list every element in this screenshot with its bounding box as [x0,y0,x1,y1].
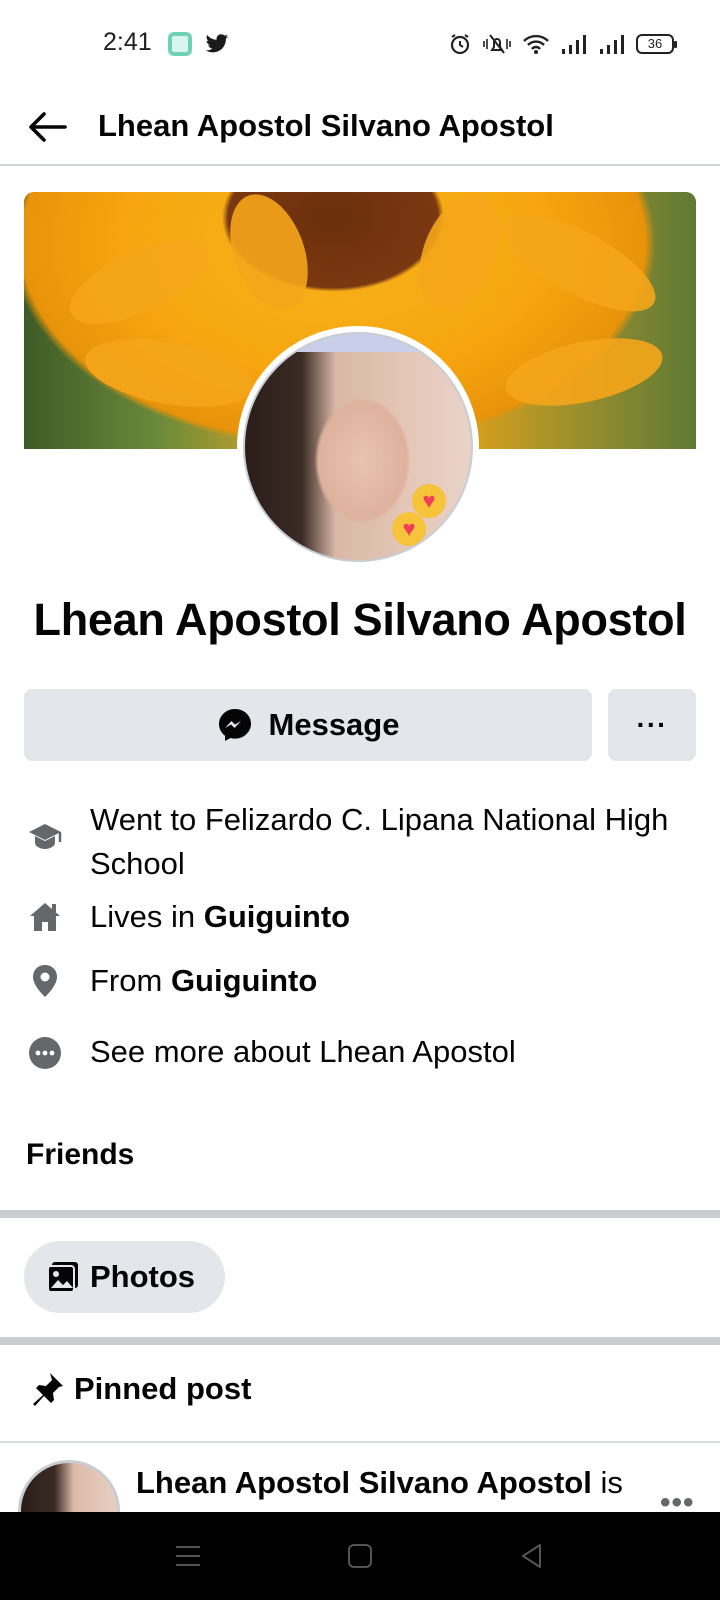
divider [0,1441,720,1443]
photos-label: Photos [90,1259,196,1294]
profile-picture[interactable]: ♥ ♥ [237,326,479,568]
pin-icon [33,1373,63,1406]
graduation-cap-icon [26,818,64,856]
from-place[interactable]: Guiguinto [171,963,317,998]
message-button[interactable]: Message [24,689,592,761]
intro-see-more[interactable]: See more about Lhean Apostol [26,1034,516,1072]
pinned-post-label: Pinned post [74,1371,252,1406]
home-button-icon[interactable] [346,1542,374,1570]
battery-icon: 36 [636,34,677,54]
lives-in-prefix: Lives in [90,899,204,934]
cover-petal [58,223,220,341]
messenger-icon [218,709,251,741]
intro-lives-in: Lives in Guiguinto [26,898,350,936]
signal-icon [600,35,624,54]
more-options-button[interactable]: ··· [608,689,696,761]
page-title: Lhean Apostol Silvano Apostol [98,108,554,143]
location-pin-icon [26,962,64,1000]
back-button[interactable] [22,102,72,152]
intro-education: Went to Felizardo C. Lipana National Hig… [26,798,668,881]
divider [0,1210,720,1218]
photos-button[interactable]: Photos [24,1241,225,1313]
top-header: Lhean Apostol Silvano Apostol [0,88,720,166]
pinned-post-heading: Pinned post [28,1370,251,1408]
system-navigation-bar [0,1512,720,1600]
alarm-icon [450,34,470,55]
menu-icon[interactable] [174,1542,202,1570]
friends-title[interactable]: Friends [26,1138,134,1172]
from-text: From Guiguinto [90,959,670,1003]
lives-in-place[interactable]: Guiguinto [204,899,350,934]
status-time: 2:41 [103,28,152,56]
message-label: Message [268,707,400,742]
signal-icon [562,35,586,54]
post-author-name[interactable]: Lhean Apostol Silvano Apostol [136,1465,592,1500]
heart-icon: ♥ [412,484,446,518]
cover-petal [499,326,669,418]
status-icons: 36 [448,32,677,56]
profile-name: Lhean Apostol Silvano Apostol [33,594,687,645]
back-triangle-icon[interactable] [518,1542,546,1570]
photos-icon [47,1262,78,1293]
cover-petal [215,192,323,321]
education-text: Went to Felizardo C. Lipana National Hig… [90,802,669,881]
app-notification-icon [168,32,192,56]
cover-petal [404,192,514,321]
heart-icon: ♥ [392,512,426,546]
cover-petal [489,195,669,331]
divider [0,1337,720,1345]
post-header-suffix: is [591,1465,623,1500]
post-header: Lhean Apostol Silvano Apostol is [136,1465,623,1501]
home-icon [26,898,64,936]
cover-petal [79,327,259,419]
wifi-icon [523,34,549,54]
intro-from: From Guiguinto [26,962,317,1000]
vibrate-icon [483,34,511,54]
lives-in-text: Lives in Guiguinto [90,895,670,939]
status-bar: 2:41 36 [0,0,720,88]
more-dots-icon [26,1034,64,1072]
from-prefix: From [90,963,171,998]
avatar: ♥ ♥ [243,332,473,562]
twitter-icon [205,34,229,53]
see-more-text: See more about Lhean Apostol [90,1034,516,1069]
arrow-left-icon [29,112,67,142]
